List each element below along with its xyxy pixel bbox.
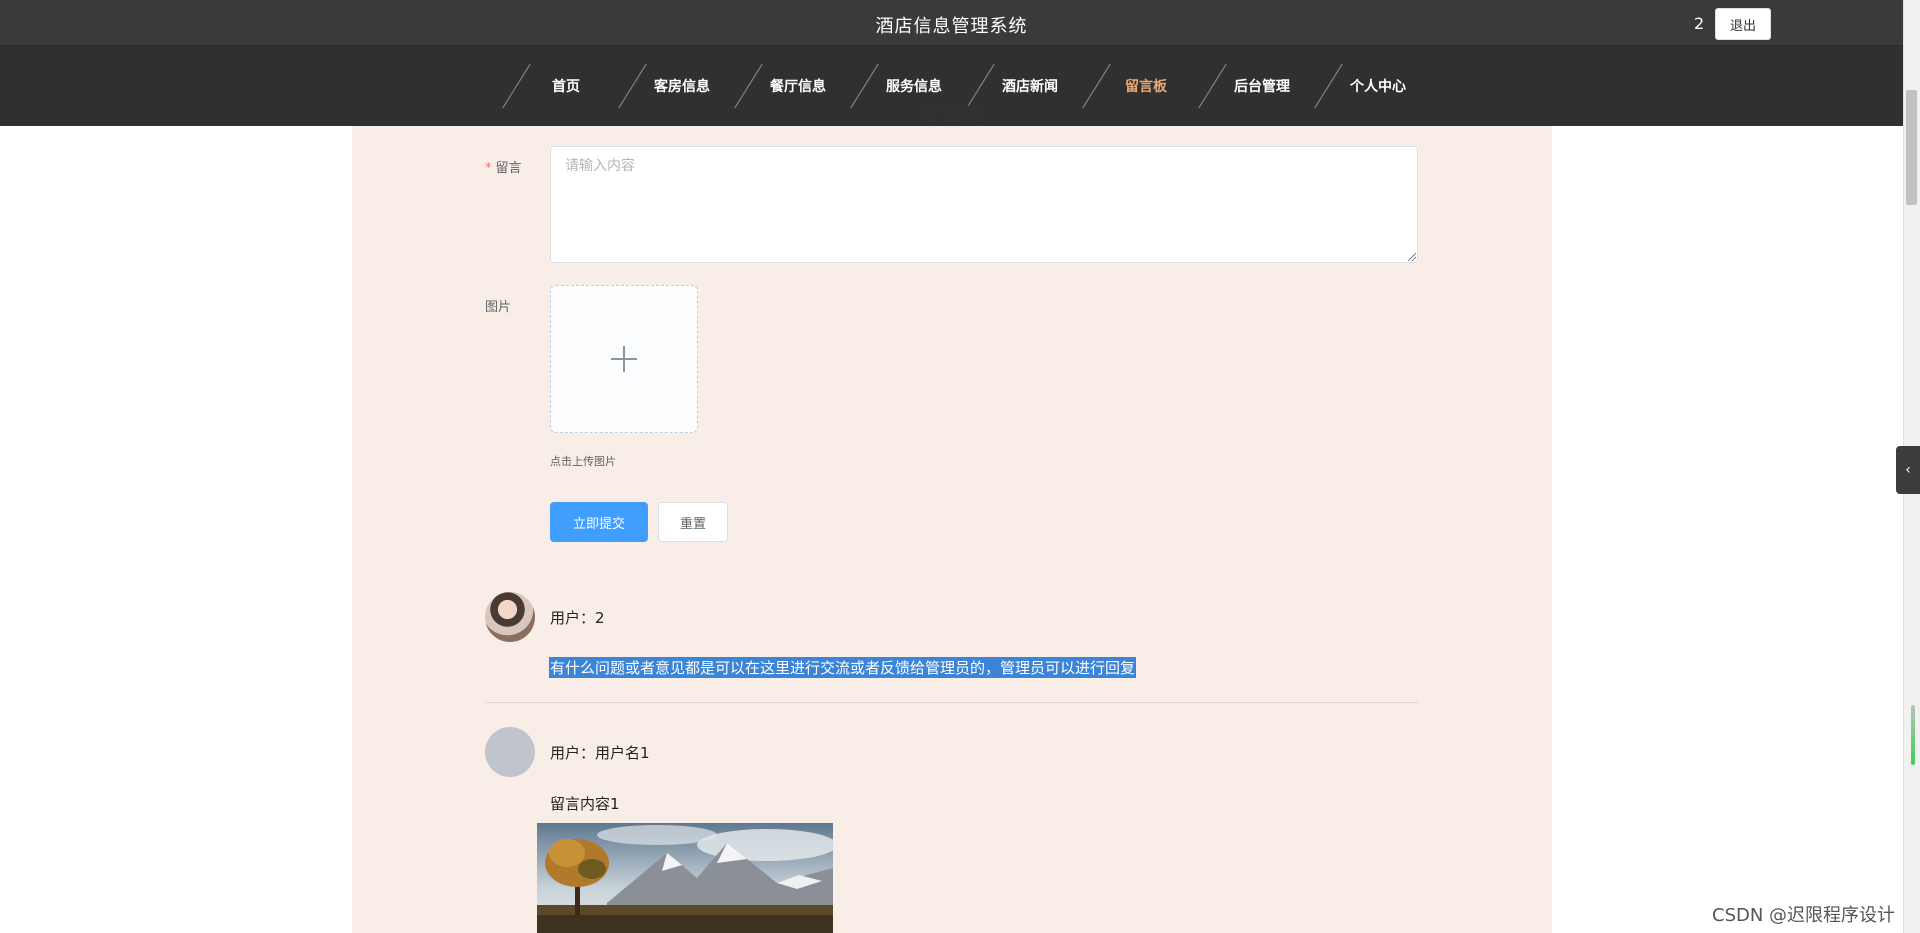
content-panel: [352, 0, 1552, 933]
avatar: [485, 592, 535, 642]
nav-item-label: 客房信息: [654, 79, 710, 95]
comment-image: [537, 823, 833, 933]
required-mark: *: [485, 161, 492, 176]
chevron-left-icon: ‹: [1905, 462, 1911, 478]
landscape-image: [537, 823, 833, 933]
watermark: CSDN @迟限程序设计: [1712, 905, 1896, 926]
message-label: 留言: [495, 161, 522, 176]
message-textarea[interactable]: [550, 146, 1418, 263]
nav-item-label: 个人中心: [1350, 79, 1406, 95]
nav-item-label: 餐厅信息: [770, 79, 826, 95]
submit-button[interactable]: 立即提交: [550, 502, 648, 542]
page-title: 留言板: [918, 102, 985, 127]
comment-user: 用户：用户名1: [550, 744, 650, 762]
top-header: 酒店信息管理系统 2 退出: [0, 0, 1903, 46]
comment-content: 有什么问题或者意见都是可以在这里进行交流或者反馈给管理员的，管理员可以进行回复: [549, 657, 1137, 678]
side-panel-toggle[interactable]: ‹: [1896, 446, 1920, 494]
site-title: 酒店信息管理系统: [875, 16, 1028, 37]
textarea-resize-handle[interactable]: [1408, 253, 1416, 261]
scroll-position-indicator: [1911, 705, 1915, 765]
nav-item-label: 首页: [552, 79, 580, 95]
upload-hint: 点击上传图片: [550, 455, 616, 468]
message-label-wrap: * 留言: [485, 157, 522, 176]
reset-button[interactable]: 重置: [658, 502, 728, 542]
nav-item-label: 服务信息: [886, 79, 942, 95]
image-upload-box[interactable]: [550, 285, 698, 433]
nav-item-label: 酒店新闻: [1002, 79, 1058, 95]
image-label: 图片: [485, 300, 512, 315]
comment-content: 留言内容1: [550, 795, 620, 813]
comment-divider: [485, 702, 1418, 703]
current-user-name: 2: [1694, 14, 1705, 33]
scrollbar-thumb[interactable]: [1906, 90, 1917, 205]
nav-item-label: 后台管理: [1234, 79, 1290, 95]
comment-user: 用户：2: [550, 609, 605, 627]
avatar: [485, 727, 535, 777]
logout-button[interactable]: 退出: [1715, 8, 1771, 40]
nav-item-label: 留言板: [1125, 79, 1167, 95]
plus-icon: [611, 346, 637, 372]
